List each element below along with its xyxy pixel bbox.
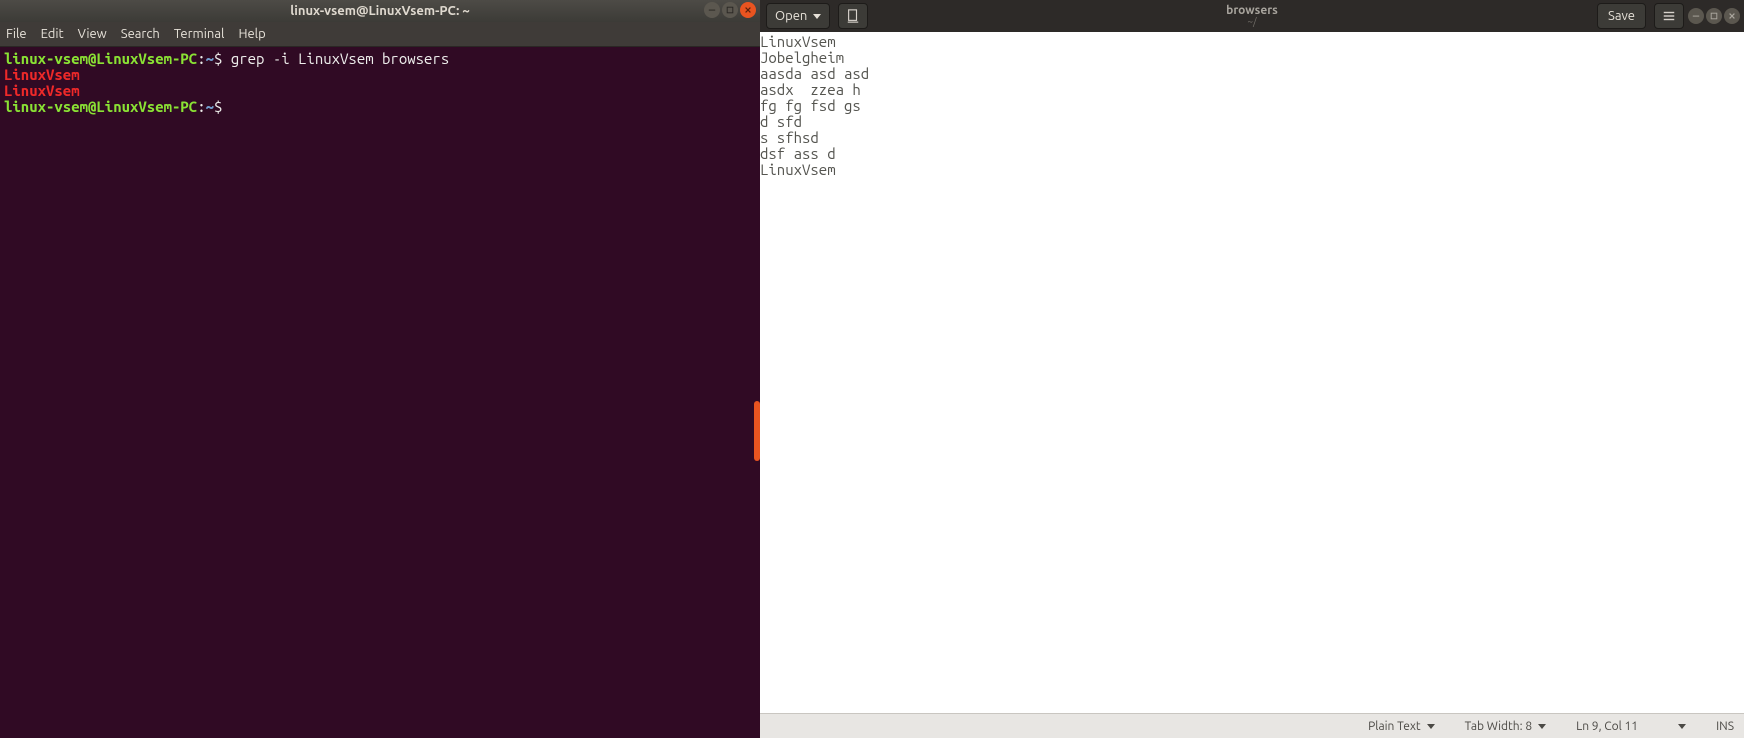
open-button[interactable]: Open	[766, 3, 830, 29]
prompt-dollar: $	[214, 98, 222, 115]
terminal-output-line: LinuxVsem	[4, 67, 756, 83]
dropdown-caret-icon	[813, 14, 821, 19]
prompt-sep: :	[197, 98, 205, 115]
gedit-file-line: dsf ass d	[760, 146, 1744, 162]
terminal-title: linux-vsem@LinuxVsem-PC: ~	[0, 4, 760, 18]
gedit-file-line: aasda asd asd	[760, 66, 1744, 82]
dropdown-caret-icon	[1678, 724, 1686, 729]
close-button[interactable]	[740, 2, 756, 18]
tab-width-selector[interactable]: Tab Width: 8	[1465, 720, 1546, 733]
gedit-header-right: Save	[1597, 3, 1740, 29]
menu-terminal[interactable]: Terminal	[174, 27, 225, 41]
maximize-button[interactable]	[1706, 8, 1722, 24]
terminal-scrollbar-thumb[interactable]	[754, 401, 760, 461]
dropdown-caret-icon	[1427, 724, 1435, 729]
gedit-file-line: LinuxVsem	[760, 34, 1744, 50]
prompt-path: ~	[206, 50, 214, 67]
menu-edit[interactable]: Edit	[41, 27, 64, 41]
prompt-user: linux-vsem@LinuxVsem-PC	[4, 50, 197, 67]
save-button[interactable]: Save	[1597, 3, 1646, 29]
gedit-statusbar: Plain Text Tab Width: 8 Ln 9, Col 11 INS	[760, 713, 1744, 738]
desktop-workspace: linux-vsem@LinuxVsem-PC: ~ File Edit Vie…	[0, 0, 1744, 738]
terminal-titlebar[interactable]: linux-vsem@LinuxVsem-PC: ~	[0, 0, 760, 22]
terminal-line-command: linux-vsem@LinuxVsem-PC:~$ grep -i Linux…	[4, 51, 756, 67]
gedit-file-line: s sfhsd	[760, 130, 1744, 146]
terminal-menubar: File Edit View Search Terminal Help	[0, 22, 760, 47]
menu-help[interactable]: Help	[238, 27, 265, 41]
close-button[interactable]	[1724, 8, 1740, 24]
minimize-button[interactable]	[1688, 8, 1704, 24]
tab-width-label: Tab Width: 8	[1465, 720, 1532, 733]
gedit-file-line: Jobelgheim	[760, 50, 1744, 66]
open-button-label: Open	[775, 9, 807, 23]
gedit-window-controls	[1688, 8, 1740, 24]
insert-mode[interactable]: INS	[1716, 720, 1734, 733]
prompt-dollar: $	[214, 50, 222, 67]
gedit-file-line: asdx zzea h	[760, 82, 1744, 98]
grep-match: LinuxVsem	[4, 66, 80, 83]
gedit-file-line: d sfd	[760, 114, 1744, 130]
menu-search[interactable]: Search	[121, 27, 160, 41]
command-text: grep -i LinuxVsem browsers	[231, 50, 449, 67]
gedit-file-line: LinuxVsem	[760, 162, 1744, 178]
gedit-text-area[interactable]: LinuxVsemJobelgheimaasda asd asdasdx zze…	[760, 32, 1744, 713]
gedit-window: Open browsers ~/ Save	[760, 0, 1744, 738]
gedit-file-line: fg fg fsd gs	[760, 98, 1744, 114]
cursor-position-label: Ln 9, Col 11	[1576, 720, 1638, 733]
terminal-line-prompt: linux-vsem@LinuxVsem-PC:~$	[4, 99, 756, 115]
terminal-output-line: LinuxVsem	[4, 83, 756, 99]
insert-mode-label: INS	[1716, 720, 1734, 733]
prompt-sep: :	[197, 50, 205, 67]
maximize-button[interactable]	[722, 2, 738, 18]
syntax-mode-label: Plain Text	[1368, 720, 1421, 733]
minimize-button[interactable]	[704, 2, 720, 18]
syntax-mode-selector[interactable]: Plain Text	[1368, 720, 1435, 733]
hamburger-menu-button[interactable]	[1654, 3, 1684, 29]
prompt-path: ~	[206, 98, 214, 115]
menu-file[interactable]: File	[6, 27, 27, 41]
menu-view[interactable]: View	[78, 27, 107, 41]
cursor-position[interactable]: Ln 9, Col 11	[1576, 720, 1686, 733]
gedit-header-left: Open	[760, 3, 868, 29]
save-button-label: Save	[1608, 9, 1635, 23]
terminal-body[interactable]: linux-vsem@LinuxVsem-PC:~$ grep -i Linux…	[0, 47, 760, 738]
grep-match: LinuxVsem	[4, 82, 80, 99]
new-document-button[interactable]	[838, 3, 868, 29]
terminal-window: linux-vsem@LinuxVsem-PC: ~ File Edit Vie…	[0, 0, 760, 738]
dropdown-caret-icon	[1538, 724, 1546, 729]
prompt-user: linux-vsem@LinuxVsem-PC	[4, 98, 197, 115]
gedit-headerbar[interactable]: Open browsers ~/ Save	[760, 0, 1744, 32]
terminal-window-controls	[704, 2, 756, 18]
